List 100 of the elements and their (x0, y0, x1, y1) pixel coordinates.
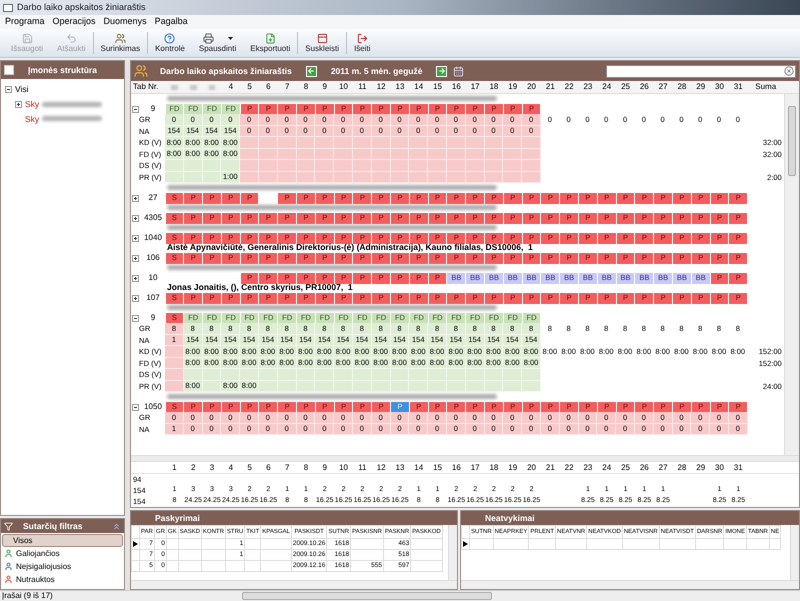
column-header: 9 (322, 462, 328, 474)
employee-name: Aistė Apynavičiūtė, Generalinis Direktorius-(ė) (Administracija), Kauno filialas, DS10006, 1 (167, 243, 533, 252)
window-title: Darbo laiko apskaitos žiniaraštis (17, 0, 146, 14)
filter-item[interactable]: Galiojančios (2, 547, 123, 560)
table-cell (446, 137, 466, 148)
toolbar-button[interactable]: Suskleisti (298, 29, 346, 57)
period-label: 2011 m. 5 mėn. gegužė (330, 64, 422, 78)
table-cell (184, 160, 203, 172)
table-cell (522, 137, 541, 148)
expand-icon[interactable] (15, 100, 22, 108)
table-cell (390, 137, 410, 148)
calendar-icon[interactable] (453, 66, 464, 76)
tab-number: 1050 (143, 401, 163, 413)
next-month-button[interactable] (436, 66, 448, 76)
table-cell (484, 160, 504, 172)
vertical-scrollbar[interactable] (448, 525, 457, 580)
table-cell (258, 137, 278, 148)
tree-item[interactable]: Sky (25, 98, 40, 110)
collapse-icon[interactable] (132, 404, 139, 410)
table-cell (202, 160, 222, 172)
column-header: 17 (470, 462, 481, 474)
blurred-text (171, 84, 178, 90)
column-header: 20 (526, 81, 537, 93)
table-cell (428, 172, 447, 183)
vertical-scrollbar[interactable] (790, 525, 799, 580)
table-cell (258, 160, 278, 172)
expand-icon[interactable] (132, 234, 139, 242)
table-cell (315, 380, 334, 392)
column-header: 6 (265, 81, 272, 93)
collapse-icon[interactable] (5, 86, 12, 93)
table-cell (428, 380, 447, 392)
exit-icon (356, 32, 368, 44)
column-header: 4 (228, 462, 234, 474)
column-header: 9 (322, 81, 328, 93)
column-header: 14 (413, 462, 424, 474)
toolbar-button[interactable]: Eksportuoti (243, 29, 298, 57)
column-header: 18 (488, 81, 500, 93)
column-header: 21 (544, 462, 556, 474)
table-cell (428, 160, 447, 172)
expand-icon[interactable] (132, 214, 139, 222)
menu-item[interactable]: Pagalba (150, 15, 192, 29)
table-cell (522, 160, 541, 172)
collapse-icon[interactable] (132, 106, 139, 112)
table-cell (296, 137, 316, 148)
table-cell (165, 346, 184, 358)
previous-month-button[interactable] (306, 66, 317, 76)
column-header: 11 (357, 81, 368, 93)
table-cell (352, 160, 372, 172)
panel-title: Neatvykimai (485, 512, 535, 524)
expand-icon[interactable] (132, 194, 139, 202)
table-cell (372, 369, 391, 380)
tab-number: 10 (148, 272, 158, 284)
status-text: Įrašai (9 iš 17) (2, 590, 54, 601)
tab-number: 1040 (143, 232, 163, 244)
filter-item[interactable]: Visos (2, 534, 123, 547)
table-cell (278, 160, 297, 172)
table-cell (503, 160, 522, 172)
toolbar-button[interactable]: Surinkimas (94, 29, 148, 57)
table-cell (296, 369, 316, 380)
column-header: 1 (171, 462, 178, 474)
menu-item[interactable]: Duomenys (100, 15, 151, 29)
table-cell (372, 160, 391, 172)
toolbar-button[interactable]: Kontrolė (148, 29, 192, 57)
vertical-scrollbar[interactable] (784, 94, 799, 455)
menu-item[interactable]: Programa (1, 15, 49, 29)
column-header: 31 (732, 462, 744, 474)
search-field[interactable] (606, 64, 796, 78)
tree-item[interactable]: Sky (25, 112, 40, 126)
expand-icon[interactable] (132, 274, 139, 282)
table-cell (522, 380, 541, 392)
column-header: 24 (601, 81, 612, 93)
filter-item[interactable]: Nutrauktos (2, 573, 123, 586)
table-cell (258, 369, 278, 380)
column-header: 27 (658, 81, 669, 93)
undo-icon (66, 32, 77, 44)
toolbar-button[interactable]: Spausdinti (192, 29, 244, 57)
table-cell (503, 148, 522, 160)
people-icon (114, 32, 126, 44)
menu-item[interactable]: Operacijos (48, 15, 100, 29)
horizontal-scrollbar[interactable] (242, 592, 492, 600)
document-plus-icon (264, 32, 276, 44)
column-header: 18 (488, 462, 500, 474)
column-header: 28 (676, 81, 688, 93)
person-icon (4, 575, 13, 584)
expand-icon[interactable] (132, 254, 139, 262)
clear-icon[interactable] (784, 66, 794, 76)
tree-item[interactable]: Visi (15, 83, 29, 96)
table-cell (334, 172, 353, 183)
column-header: 20 (526, 462, 537, 474)
column-header: 26 (638, 462, 650, 474)
filter-item[interactable]: Neįsigaliojusios (2, 560, 123, 573)
table-cell (409, 369, 428, 380)
toolbar-button[interactable]: Išeiti (347, 29, 378, 57)
expand-icon[interactable] (132, 294, 139, 302)
table-cell (484, 137, 504, 148)
people-icon (134, 64, 148, 78)
table-cell (315, 172, 334, 183)
table-cell (334, 137, 353, 148)
person-icon (4, 549, 13, 558)
collapse-icon[interactable] (132, 314, 139, 322)
